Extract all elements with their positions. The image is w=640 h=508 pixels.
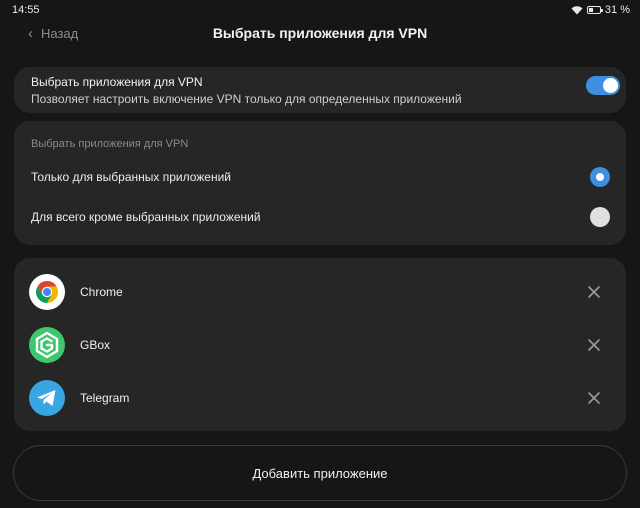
add-app-button[interactable]: Добавить приложение [13,445,627,501]
app-name: Chrome [80,285,123,299]
close-icon [588,392,600,404]
radio-checked-icon[interactable] [590,167,610,187]
mode-option-label: Только для выбранных приложений [31,170,232,184]
remove-telegram-button[interactable] [587,391,601,405]
mode-option-all-except[interactable]: Для всего кроме выбранных приложений [14,199,626,235]
top-bar: ‹ Назад Выбрать приложения для VPN [0,20,640,48]
battery-icon [586,6,603,14]
gbox-icon [29,327,65,363]
selected-apps-list: Chrome GBox Telegram [14,258,626,431]
remove-chrome-button[interactable] [587,285,601,299]
vpn-apps-toggle-card: Выбрать приложения для VPN Позволяет нас… [14,67,626,113]
vpn-mode-card: Выбрать приложения для VPN Только для вы… [14,121,626,245]
list-item: GBox [14,320,626,370]
section-label: Выбрать приложения для VPN [31,138,189,150]
close-icon [588,339,600,351]
status-bar: 14:55 31 % [0,0,640,20]
mode-option-label: Для всего кроме выбранных приложений [31,210,261,224]
battery-percent: 31 % [604,4,630,16]
radio-unchecked-icon[interactable] [590,207,610,227]
app-name: GBox [80,338,111,352]
remove-gbox-button[interactable] [587,338,601,352]
toggle-subtitle: Позволяет настроить включение VPN только… [31,92,462,106]
telegram-icon [29,380,65,416]
status-time: 14:55 [12,4,40,16]
status-indicators: 31 % [571,4,630,16]
wifi-icon [571,6,583,15]
close-icon [588,286,600,298]
switch-knob [603,78,618,93]
list-item: Chrome [14,267,626,317]
chrome-icon [29,274,65,310]
toggle-title: Выбрать приложения для VPN [31,75,203,89]
add-app-label: Добавить приложение [252,465,388,481]
mode-option-selected-only[interactable]: Только для выбранных приложений [14,159,626,195]
vpn-apps-switch[interactable] [586,76,620,95]
list-item: Telegram [14,373,626,423]
page-title: Выбрать приложения для VPN [212,25,428,41]
app-name: Telegram [80,391,130,405]
